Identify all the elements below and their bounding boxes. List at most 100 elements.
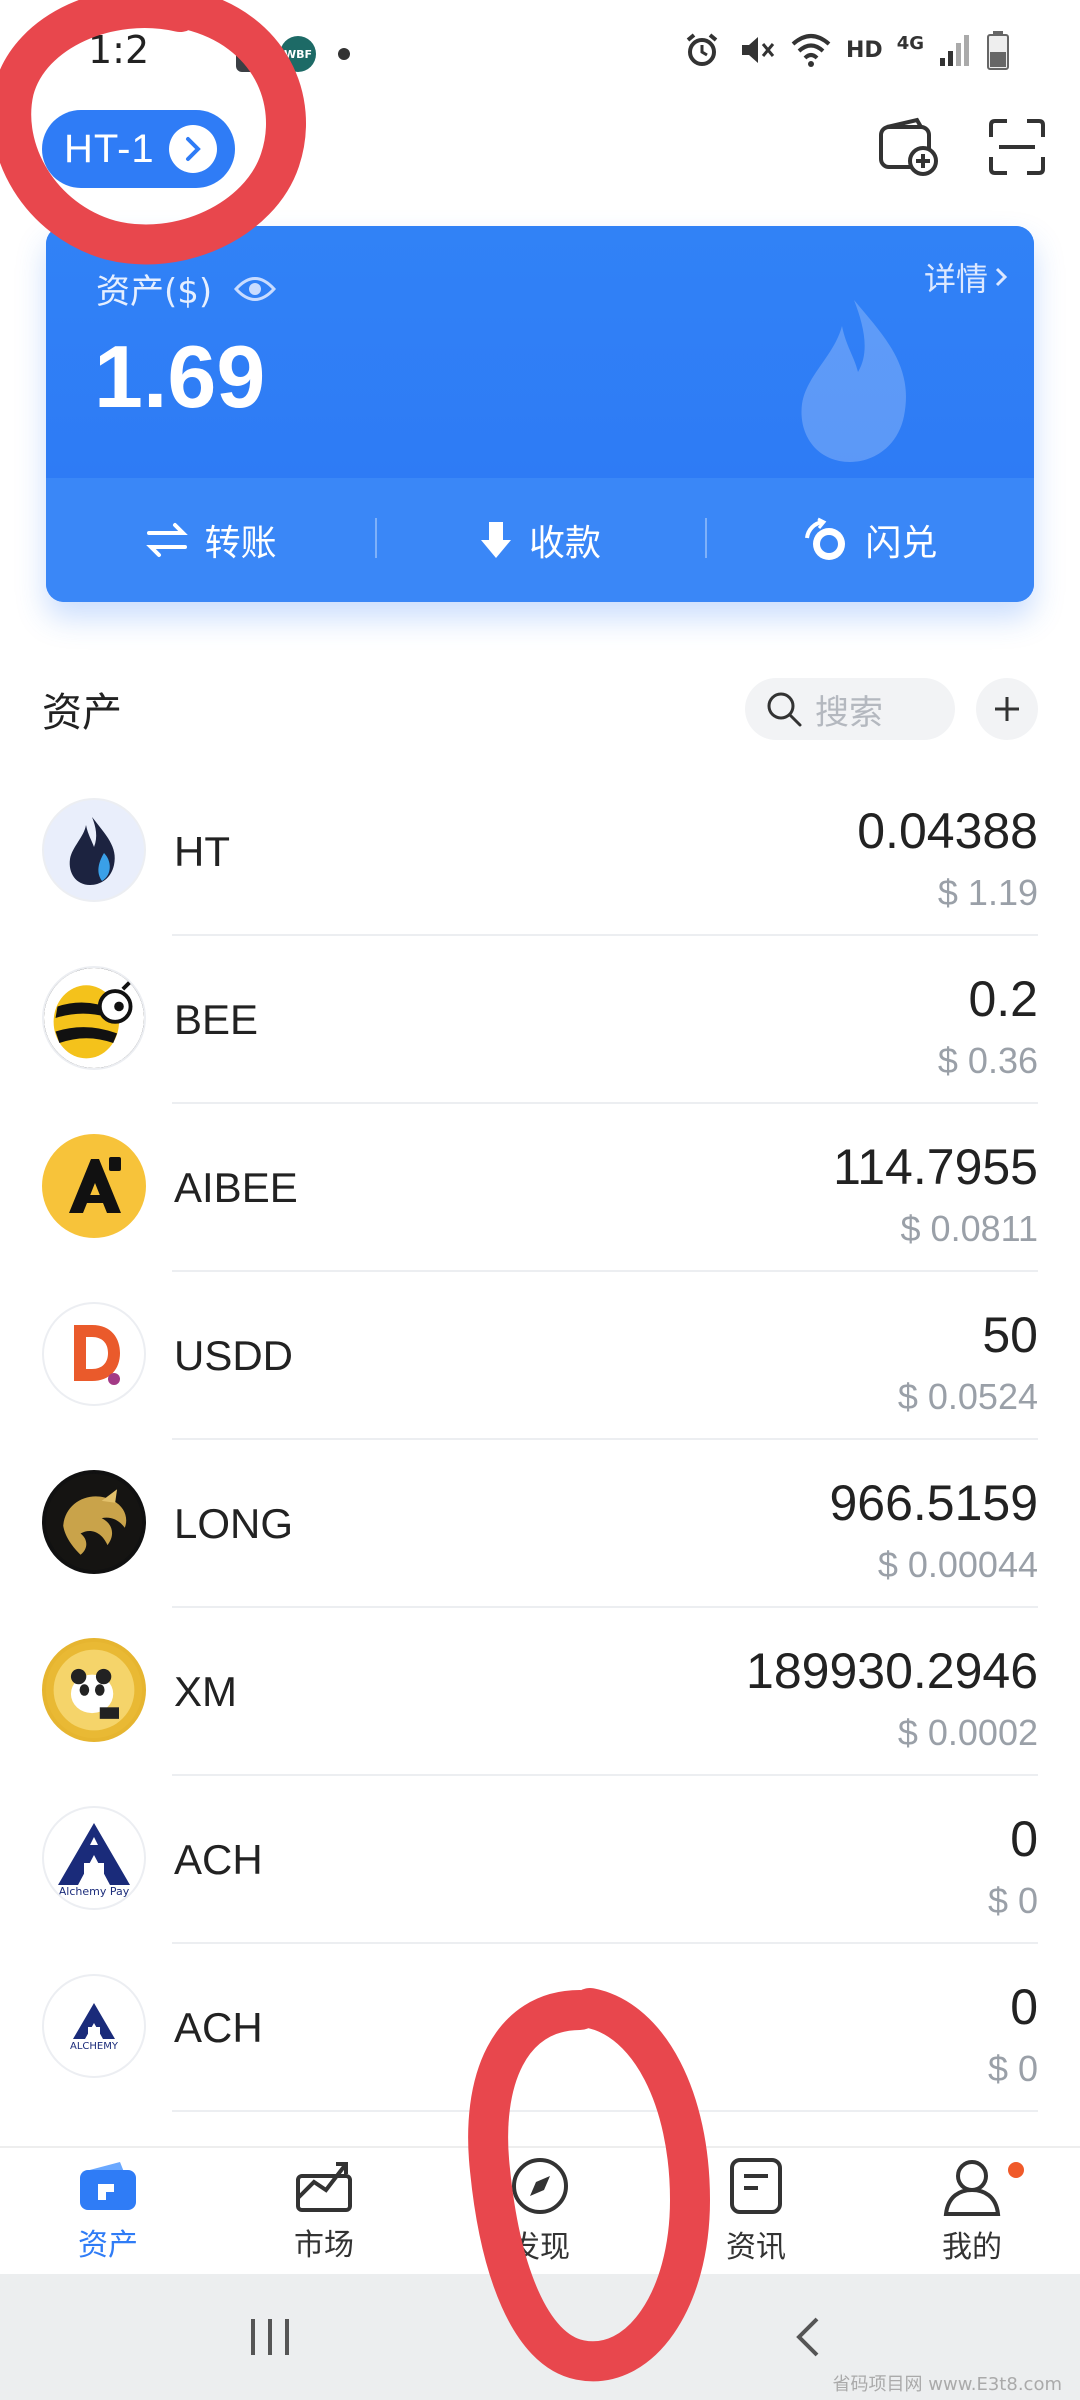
divider [172, 2110, 1038, 2112]
aibee-logo-icon [42, 1134, 146, 1238]
asset-usd-value: $ 0.36 [937, 1040, 1038, 1081]
asset-symbol: LONG [174, 1500, 294, 1547]
asset-symbol: AIBEE [174, 1164, 298, 1211]
balance-card: 资产($) 1.69 详情 转账 收款 闪兑 [46, 226, 1034, 602]
alchemy-pay-logo-icon: Alchemy Pay [42, 1806, 146, 1910]
swap-label: 闪兑 [865, 523, 938, 564]
news-icon [730, 2158, 782, 2214]
asset-row-ach[interactable]: Alchemy Pay ACH 0 $ 0 [0, 1776, 1080, 1944]
receive-label: 收款 [528, 523, 601, 564]
asset-symbol: BEE [174, 996, 259, 1043]
asset-row-bee[interactable]: BEE 0.2 $ 0.36 [0, 936, 1080, 1104]
asset-usd-value: $ 1.19 [937, 872, 1038, 913]
nav-assets-label: 资产 [78, 2228, 138, 2263]
asset-symbol: USDD [174, 1332, 294, 1379]
app-notification-icon [236, 36, 272, 72]
asset-usd-value: $ 0 [987, 2048, 1038, 2089]
back-icon[interactable] [785, 2315, 835, 2359]
nav-news[interactable]: 资讯 [648, 2148, 864, 2274]
receive-icon [480, 522, 511, 558]
compass-icon [512, 2158, 568, 2214]
profile-icon [943, 2160, 1001, 2216]
wallet-add-icon[interactable] [874, 112, 944, 182]
swap-icon [805, 517, 846, 560]
details-link[interactable]: 详情 [924, 254, 1008, 300]
asset-row-aibee[interactable]: AIBEE 114.7955 $ 0.0811 [0, 1104, 1080, 1272]
asset-row-ht[interactable]: HT 0.04388 $ 1.19 [0, 768, 1080, 936]
usdd-logo-icon [42, 1302, 146, 1406]
wallet-icon [80, 2162, 136, 2210]
asset-amount: 0.04388 [857, 803, 1038, 859]
plus-icon [995, 697, 1019, 721]
ht-flame-watermark-icon [801, 300, 906, 462]
asset-usd-value: $ 0.00044 [877, 1544, 1038, 1585]
status-icons: HD 4G [682, 30, 1010, 70]
wbf-notification-icon: WBF [280, 36, 316, 72]
asset-amount: 0 [1010, 1979, 1038, 2035]
asset-search-input[interactable]: 搜索 [745, 678, 955, 740]
watermark: 省码项目网 www.E3t8.com [832, 2374, 1062, 2395]
transfer-button[interactable]: 转账 [46, 514, 375, 566]
balance-card-top: 资产($) 1.69 详情 [46, 226, 1034, 478]
asset-usd-value: $ 0.0811 [900, 1208, 1038, 1249]
status-time: 1:2 [88, 28, 150, 72]
nav-profile[interactable]: 我的 [864, 2148, 1080, 2274]
hd-indicator: HD [846, 37, 883, 63]
asset-usd-value: $ 0.0002 [897, 1712, 1038, 1753]
asset-amount: 0.2 [968, 971, 1038, 1027]
bottom-nav: 资产 市场 发现 资讯 我的 [0, 2146, 1080, 2274]
asset-symbol: HT [174, 828, 230, 875]
nav-assets[interactable]: 资产 [0, 2148, 216, 2274]
signal-icon [940, 35, 969, 66]
asset-list: HT 0.04388 $ 1.19 BEE 0.2 $ 0.36 AIBEE 1… [0, 768, 1080, 2112]
swap-button[interactable]: 闪兑 [704, 514, 1034, 566]
details-label: 详情 [923, 260, 988, 298]
notification-badge [1008, 2162, 1024, 2178]
asset-amount: 50 [982, 1307, 1038, 1363]
asset-amount: 114.7955 [833, 1139, 1038, 1195]
balance-actions: 转账 收款 闪兑 [46, 478, 1034, 602]
balance-label: 资产($) [96, 272, 213, 312]
add-asset-button[interactable] [976, 678, 1038, 740]
wallet-screen: 1:2 WBF HD 4G HT-1 资产($) 1.69 详情 转账 收款 闪… [0, 0, 1080, 2400]
wallet-name: HT-1 [64, 126, 155, 171]
status-bar: 1:2 WBF HD 4G [0, 0, 1080, 100]
asset-amount: 966.5159 [829, 1475, 1038, 1531]
asset-amount: 0 [1010, 1811, 1038, 1867]
nav-market-label: 市场 [294, 2228, 354, 2263]
4g-indicator: 4G [896, 32, 924, 54]
asset-row-usdd[interactable]: USDD 50 $ 0.0524 [0, 1272, 1080, 1440]
balance-label-row: 资产($) [96, 264, 277, 313]
chevron-right-icon [168, 125, 217, 173]
asset-amount: 189930.2946 [746, 1643, 1038, 1699]
asset-symbol: XM [174, 1668, 237, 1715]
search-icon [767, 692, 802, 727]
wallet-switcher[interactable]: HT-1 [42, 110, 235, 188]
balance-value: 1.69 [94, 327, 266, 426]
dragon-logo-icon [42, 1470, 146, 1574]
transfer-label: 转账 [204, 523, 277, 564]
bee-logo-icon [42, 966, 146, 1070]
asset-row-xm[interactable]: XM 189930.2946 $ 0.0002 [0, 1608, 1080, 1776]
wifi-icon [791, 34, 831, 67]
eye-icon[interactable] [234, 274, 277, 304]
nav-profile-label: 我的 [942, 2230, 1002, 2265]
recent-apps-icon[interactable] [245, 2315, 295, 2359]
assets-title: 资产 [42, 690, 122, 736]
asset-row-long[interactable]: LONG 966.5159 $ 0.00044 [0, 1440, 1080, 1608]
system-navigation-bar: 省码项目网 www.E3t8.com [0, 2274, 1080, 2400]
asset-row-ach-2[interactable]: ALCHEMY ACH 0 $ 0 [0, 1944, 1080, 2112]
nav-news-label: 资讯 [726, 2230, 786, 2265]
alarm-icon [686, 33, 718, 66]
alchemy-logo-icon: ALCHEMY [42, 1974, 146, 2078]
nav-discover[interactable]: 发现 [432, 2148, 648, 2274]
receive-button[interactable]: 收款 [375, 514, 704, 566]
asset-symbol: ACH [174, 1836, 263, 1883]
asset-usd-value: $ 0 [987, 1880, 1038, 1921]
scan-icon[interactable] [982, 112, 1052, 182]
nav-market[interactable]: 市场 [216, 2148, 432, 2274]
ht-logo-icon [42, 798, 146, 902]
nav-discover-label: 发现 [510, 2230, 570, 2265]
panda-coin-logo-icon [42, 1638, 146, 1742]
notification-dot [338, 48, 350, 60]
